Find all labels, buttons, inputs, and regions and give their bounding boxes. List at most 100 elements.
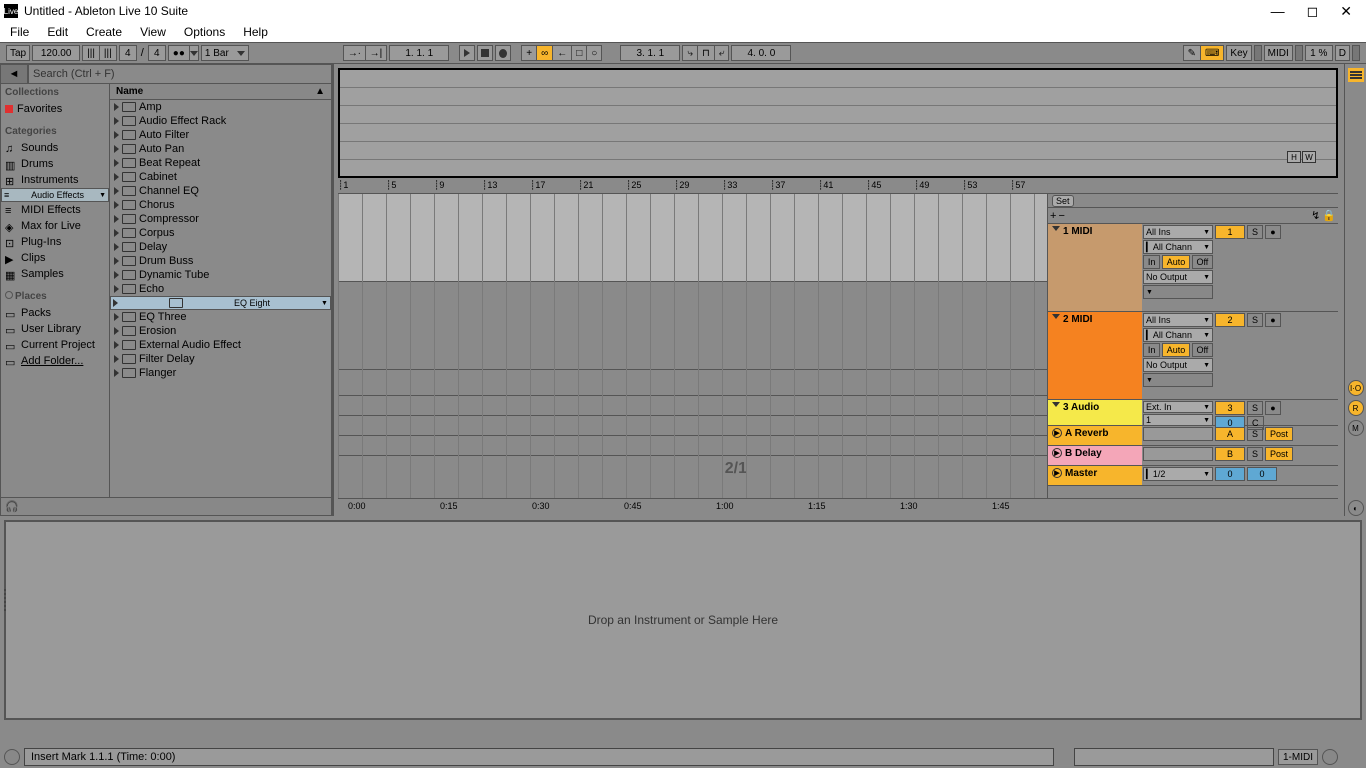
device-auto-filter[interactable]: Auto Filter [110,128,331,142]
input-channel[interactable]: 1 [1143,414,1213,426]
menu-view[interactable]: View [140,25,166,39]
set-button[interactable]: Set [1052,195,1074,207]
category-max-for-live[interactable]: ◈Max for Live [1,218,109,234]
device-dynamic-tube[interactable]: Dynamic Tube [110,268,331,282]
menu-help[interactable]: Help [243,25,268,39]
menu-edit[interactable]: Edit [47,25,68,39]
tempo-field[interactable]: 120.00 [32,45,80,61]
arrangement-overview[interactable] [338,68,1338,178]
output-channel[interactable] [1143,373,1213,387]
device-cabinet[interactable]: Cabinet [110,170,331,184]
disk-overload[interactable]: D [1335,45,1350,61]
monitor-in[interactable]: In [1143,343,1160,357]
detail-view[interactable]: Drop an Instrument or Sample Here [4,520,1362,720]
device-corpus[interactable]: Corpus [110,226,331,240]
remove-scene-icon[interactable]: − [1058,210,1064,222]
session-view-toggle[interactable] [1348,68,1364,82]
menu-file[interactable]: File [10,25,29,39]
menu-options[interactable]: Options [184,25,225,39]
arm-button[interactable]: ● [1265,225,1281,239]
device-compressor[interactable]: Compressor [110,212,331,226]
monitor-auto[interactable]: Auto [1162,343,1190,357]
midi-map-button[interactable]: MIDI [1264,45,1293,61]
device-echo[interactable]: Echo [110,282,331,296]
loop-start[interactable]: 3. 1. 1 [620,45,680,61]
loop-length[interactable]: 4. 0. 0 [731,45,791,61]
input-type[interactable]: All Ins [1143,225,1213,239]
browser-name-header[interactable]: Name▲ [110,84,331,100]
quantize-menu[interactable]: 1 Bar [201,45,249,61]
track-header-2-midi[interactable]: 2 MIDIAll Ins▎All ChannInAutoOffNo Outpu… [1048,312,1338,400]
time-ruler[interactable]: 0:000:150:300:451:001:151:301:45 [338,498,1338,516]
output[interactable]: No Output [1143,270,1213,284]
category-samples[interactable]: ▦Samples [1,266,109,282]
minimize-button[interactable]: — [1271,3,1285,20]
h-button[interactable]: H [1287,151,1301,163]
automation-icon[interactable]: ↯ [1311,209,1320,222]
place-user-library[interactable]: ▭User Library [1,321,109,337]
collection-favorites[interactable]: Favorites [1,101,109,117]
place-packs[interactable]: ▭Packs [1,305,109,321]
master-out[interactable]: ▎1/2 [1143,467,1213,481]
monitor-off[interactable]: Off [1192,255,1213,269]
arm-button[interactable]: ● [1265,313,1281,327]
output-channel[interactable] [1143,285,1213,299]
key-map-button[interactable]: Key [1226,45,1251,61]
mixer-toggle[interactable]: M [1348,420,1364,436]
category-drums[interactable]: ▥Drums [1,156,109,172]
follow[interactable]: →∙→| [343,45,387,61]
track-activator[interactable]: 1 [1215,225,1245,239]
device-eq-three[interactable]: EQ Three [110,310,331,324]
detail-resize-handle[interactable] [0,570,10,630]
category-midi-effects[interactable]: ≡MIDI Effects [1,202,109,218]
category-audio-effects[interactable]: ≡Audio Effects [1,188,109,202]
overdub-automation[interactable]: +∞←□○ [521,45,602,61]
crossfade-toggle[interactable]: ◐ [1348,500,1364,516]
monitor-off[interactable]: Off [1192,343,1213,357]
monitor-in[interactable]: In [1143,255,1160,269]
stop-button[interactable] [477,45,493,61]
status-track[interactable]: 1-MIDI [1278,749,1318,765]
record-button[interactable] [495,45,511,61]
input-channel[interactable]: ▎All Chann [1143,328,1213,342]
arrangement-position[interactable]: 1. 1. 1 [389,45,449,61]
clip-area[interactable]: 2/1 [338,194,1048,498]
input-type[interactable]: Ext. In [1143,401,1213,413]
device-channel-eq[interactable]: Channel EQ [110,184,331,198]
place-current-project[interactable]: ▭Current Project [1,337,109,353]
track-activator[interactable]: 2 [1215,313,1245,327]
device-erosion[interactable]: Erosion [110,324,331,338]
device-flanger[interactable]: Flanger [110,366,331,380]
device-audio-effect-rack[interactable]: Audio Effect Rack [110,114,331,128]
category-instruments[interactable]: ⊞Instruments [1,172,109,188]
io-section-toggle[interactable]: I·O [1348,380,1364,396]
w-button[interactable]: W [1302,151,1316,163]
place-add-folder-[interactable]: ▭Add Folder... [1,353,109,369]
status-left-icon[interactable] [4,749,20,765]
device-auto-pan[interactable]: Auto Pan [110,142,331,156]
time-sig-numerator[interactable]: 4 [119,45,137,61]
device-beat-repeat[interactable]: Beat Repeat [110,156,331,170]
maximize-button[interactable]: ◻ [1307,3,1319,20]
output[interactable]: No Output [1143,358,1213,372]
track-fold-icon[interactable] [1052,314,1060,319]
device-external-audio-effect[interactable]: External Audio Effect [110,338,331,352]
time-sig-denominator[interactable]: 4 [148,45,166,61]
metronome[interactable]: ●● [168,45,199,61]
device-filter-delay[interactable]: Filter Delay [110,352,331,366]
input-channel[interactable]: ▎All Chann [1143,240,1213,254]
device-amp[interactable]: Amp [110,100,331,114]
input-type[interactable]: All Ins [1143,313,1213,327]
close-button[interactable]: ✕ [1340,3,1352,20]
preview-icon[interactable]: 🎧 [5,500,19,513]
lock-icon[interactable]: 🔒 [1322,209,1336,222]
return-a[interactable]: ▶A ReverbASPost [1048,426,1338,446]
master-track[interactable]: ▶Master▎1/200 [1048,466,1338,486]
return-b[interactable]: ▶B DelayBSPost [1048,446,1338,466]
play-button[interactable] [459,45,475,61]
browser-back-button[interactable]: ◄ [0,64,28,84]
device-chorus[interactable]: Chorus [110,198,331,212]
category-sounds[interactable]: ♫Sounds [1,140,109,156]
beat-ruler[interactable]: ┊1┊5┊9┊13┊17┊21┊25┊29┊33┊37┊41┊45┊49┊53┊… [338,180,1338,194]
tap-tempo-button[interactable]: Tap [6,45,30,61]
